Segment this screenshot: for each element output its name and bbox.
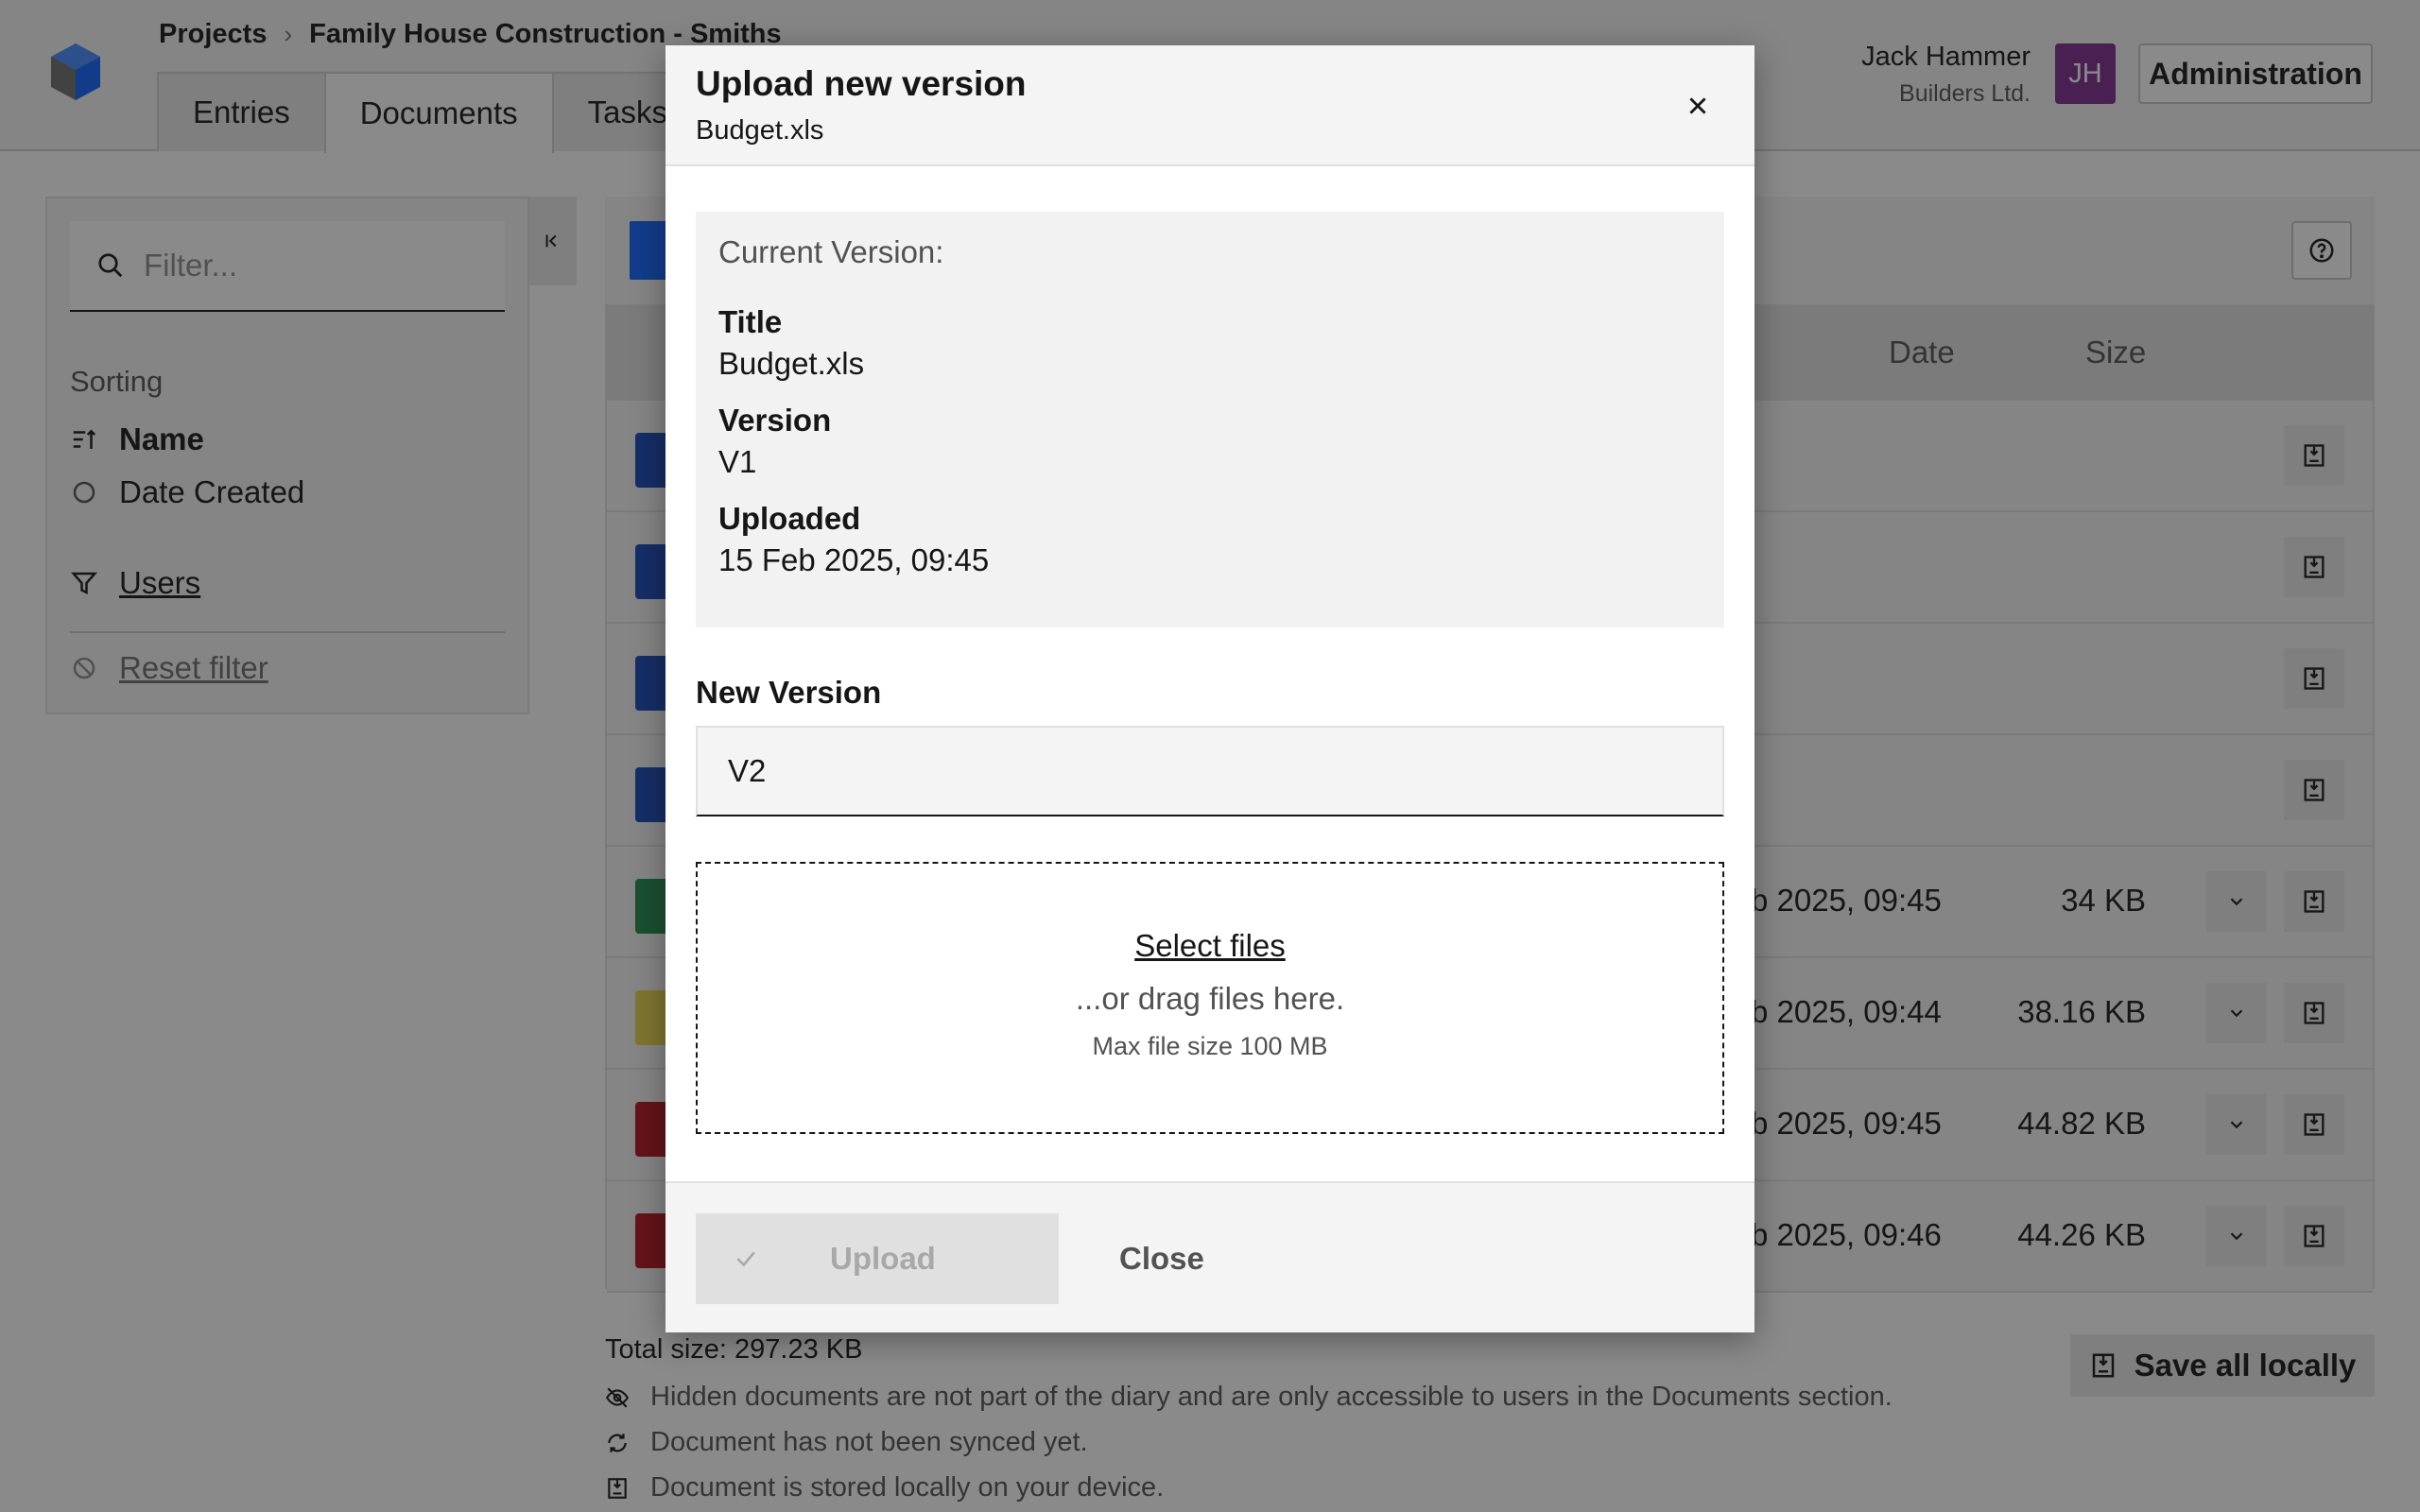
new-version-label: New Version — [696, 675, 882, 710]
max-file-size-hint: Max file size 100 MB — [1092, 1032, 1328, 1060]
new-version-input[interactable]: V2 — [696, 726, 1724, 816]
upload-label: Upload — [830, 1241, 936, 1276]
modal-header: Upload new version Budget.xls — [666, 45, 1754, 166]
checkmark-icon — [736, 1251, 755, 1267]
drag-files-hint: ...or drag files here. — [1075, 981, 1345, 1016]
file-dropzone[interactable]: Select files ...or drag files here. Max … — [696, 862, 1724, 1134]
field-version-value: V1 — [718, 444, 757, 479]
modal-footer: Upload Close — [666, 1181, 1754, 1332]
upload-version-modal: Upload new version Budget.xls Current Ve… — [666, 45, 1754, 1332]
modal-title: Upload new version — [696, 64, 1027, 103]
field-title-value: Budget.xls — [718, 346, 865, 381]
modal-subtitle: Budget.xls — [696, 115, 824, 146]
close-icon — [1689, 97, 1706, 114]
current-version-label: Current Version: — [718, 234, 944, 269]
current-version-panel: Current Version: Title Budget.xls Versio… — [696, 212, 1724, 627]
field-title-key: Title — [718, 304, 783, 339]
field-uploaded-key: Uploaded — [718, 501, 861, 536]
modal-close-button[interactable] — [1679, 87, 1717, 125]
field-uploaded-value: 15 Feb 2025, 09:45 — [718, 542, 990, 577]
field-version-key: Version — [718, 403, 832, 438]
close-button[interactable]: Close — [1119, 1213, 1204, 1304]
upload-button[interactable]: Upload — [696, 1213, 1059, 1304]
select-files-link[interactable]: Select files — [698, 928, 1722, 964]
